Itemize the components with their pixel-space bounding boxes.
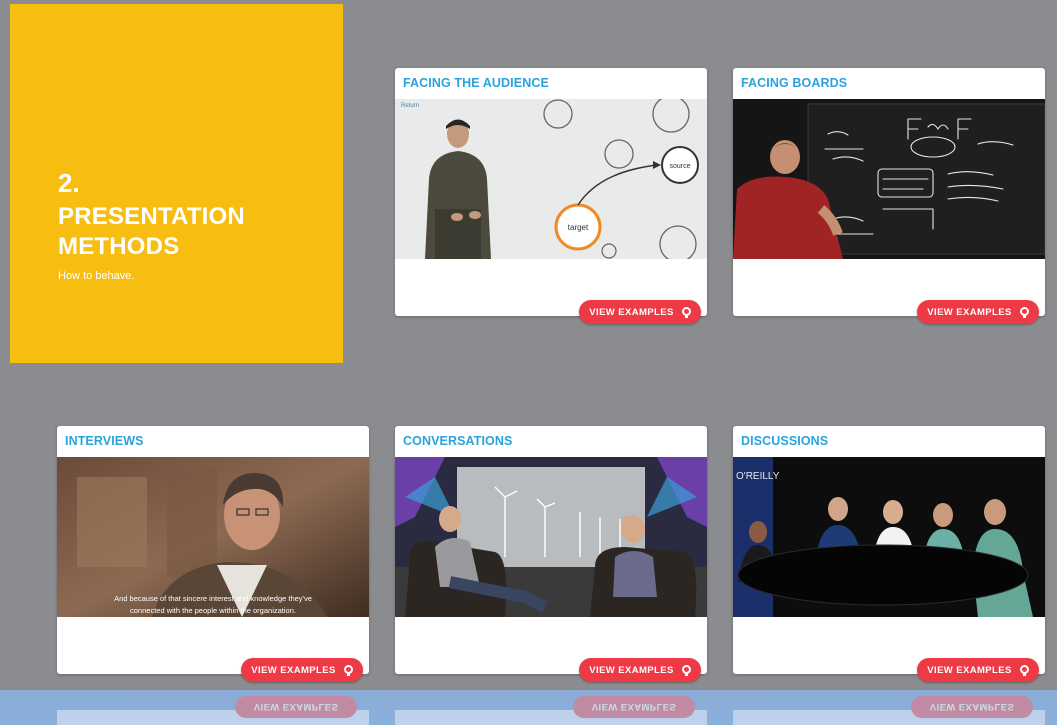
lightbulb-icon bbox=[681, 306, 691, 318]
lightbulb-icon bbox=[1019, 306, 1029, 318]
card-title: FACING THE AUDIENCE bbox=[403, 76, 549, 90]
view-examples-label: VIEW EXAMPLES bbox=[927, 306, 1012, 318]
oreilly-logo: O'REILLY bbox=[736, 471, 780, 482]
view-examples-button[interactable]: VIEW EXAMPLES bbox=[579, 300, 701, 324]
video-thumbnail[interactable]: Return source target bbox=[395, 99, 707, 259]
view-examples-button[interactable]: VIEW EXAMPLES bbox=[241, 658, 363, 682]
section-title-line2: METHODS bbox=[58, 233, 180, 260]
card-conversations[interactable]: CONVERSATIONS VIEW EXAMPLES bbox=[395, 426, 707, 682]
lightbulb-icon bbox=[343, 664, 353, 676]
thumb-source-label: source bbox=[669, 163, 690, 170]
section-number: 2. bbox=[58, 168, 80, 198]
reflection-button: VIEW EXAMPLES bbox=[911, 696, 1033, 718]
view-examples-button[interactable]: VIEW EXAMPLES bbox=[917, 300, 1039, 324]
page-stage: 2. PRESENTATION METHODS How to behave. F… bbox=[0, 0, 1057, 690]
card-facing-audience[interactable]: FACING THE AUDIENCE Return source target bbox=[395, 68, 707, 324]
view-examples-button[interactable]: VIEW EXAMPLES bbox=[579, 658, 701, 682]
lightbulb-icon bbox=[1019, 664, 1029, 676]
view-examples-button[interactable]: VIEW EXAMPLES bbox=[917, 658, 1039, 682]
card-interviews[interactable]: INTERVIEWS And because of that sincere i… bbox=[57, 426, 369, 682]
section-subtitle: How to behave. bbox=[58, 270, 135, 282]
card-title: DISCUSSIONS bbox=[741, 434, 829, 448]
card-title: CONVERSATIONS bbox=[403, 434, 513, 448]
card-title: INTERVIEWS bbox=[65, 434, 144, 448]
lightbulb-icon bbox=[681, 664, 691, 676]
video-thumbnail[interactable]: O'REILLY bbox=[733, 457, 1045, 617]
thumb-return-label: Return bbox=[401, 103, 419, 109]
card-facing-boards[interactable]: FACING BOARDS VIEW EXAMPLES bbox=[733, 68, 1045, 324]
view-examples-label: VIEW EXAMPLES bbox=[589, 306, 674, 318]
video-thumbnail[interactable] bbox=[733, 99, 1045, 259]
thumb-target-label: target bbox=[568, 223, 589, 232]
section-title: PRESENTATION METHODS bbox=[58, 202, 343, 262]
view-examples-label: VIEW EXAMPLES bbox=[589, 664, 674, 676]
reflection-button: VIEW EXAMPLES bbox=[573, 696, 695, 718]
video-thumbnail[interactable] bbox=[395, 457, 707, 617]
view-examples-label: VIEW EXAMPLES bbox=[251, 664, 336, 676]
card-title: FACING BOARDS bbox=[741, 76, 848, 90]
video-caption-line1: And because of that sincere interest and… bbox=[114, 594, 312, 603]
card-discussions[interactable]: DISCUSSIONS O'REILLY VIEW EXAMPLES bbox=[733, 426, 1045, 682]
reflection-button: VIEW EXAMPLES bbox=[235, 696, 357, 718]
video-caption-line2: connected with the people within the org… bbox=[130, 606, 296, 615]
view-examples-label: VIEW EXAMPLES bbox=[927, 664, 1012, 676]
section-hero: 2. PRESENTATION METHODS How to behave. bbox=[10, 4, 343, 363]
section-title-line1: PRESENTATION bbox=[58, 203, 245, 230]
reflection-strip: VIEW EXAMPLES VIEW EXAMPLES VIEW EXAMPLE… bbox=[0, 690, 1057, 725]
video-thumbnail[interactable]: And because of that sincere interest and… bbox=[57, 457, 369, 617]
